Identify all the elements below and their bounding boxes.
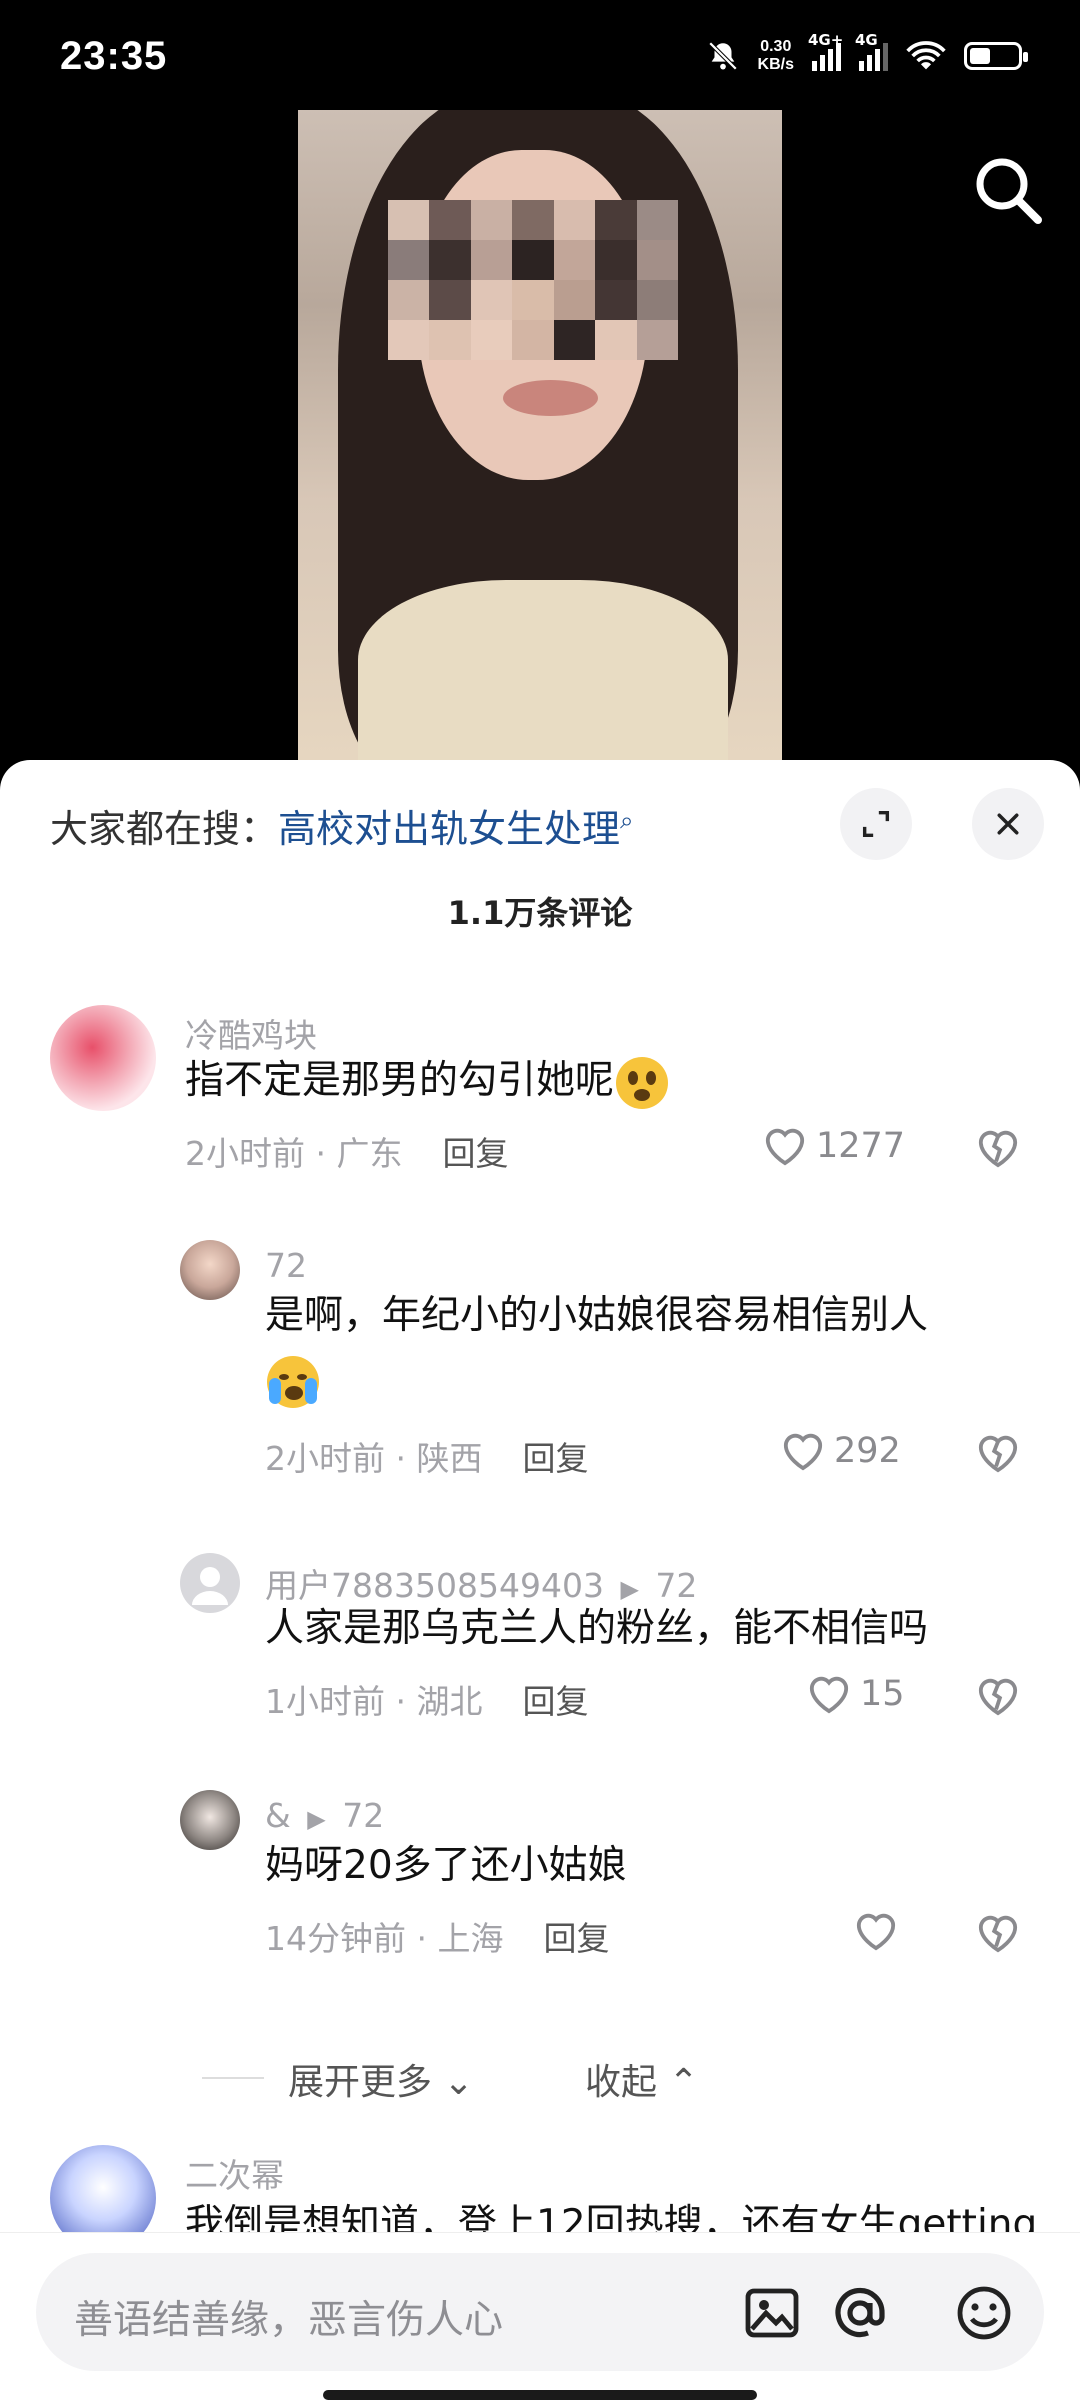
comment-user[interactable]: 72 (265, 1246, 307, 1285)
expand-more-button[interactable]: 展开更多 ⌄ (288, 2053, 474, 2105)
expand-fullscreen-button[interactable] (840, 788, 912, 860)
video-player[interactable] (0, 110, 1080, 760)
like-count: 15 (860, 1674, 905, 1714)
comment-text: 妈呀20多了还小姑娘 (265, 1843, 627, 1888)
comment-text-body: 是啊，年纪小的小姑娘很容易相信别人 (265, 1293, 929, 1338)
comment-input[interactable]: 善语结善缘，恶言伤人心 (36, 2253, 1044, 2371)
chevron-up-icon: ⌃ (668, 2062, 699, 2103)
comment-count: 1.1万条评论 (447, 894, 633, 932)
comment-meta: 2小时前 · 广东 回复 (185, 1127, 508, 1175)
like-button[interactable]: 1277 (762, 1125, 905, 1167)
like-count: 292 (834, 1431, 901, 1471)
heart-icon (783, 1433, 823, 1471)
default-user-icon (192, 1567, 228, 1605)
shirt (358, 580, 728, 760)
trending-query-link[interactable]: 高校对出轨女生处理 (278, 807, 620, 851)
comment-time-location: 1小时前 · 湖北 (265, 1682, 483, 1721)
reply-to-user[interactable]: 72 (342, 1796, 384, 1835)
sim2-label: 4G (855, 31, 878, 49)
broken-heart-icon[interactable] (975, 1432, 1021, 1474)
mute-bell-icon (708, 41, 737, 71)
like-button[interactable]: 292 (780, 1430, 901, 1472)
status-bar: 23:35 0.30 KB/s 4G+ 4G (0, 0, 1080, 110)
comment-text: 是啊，年纪小的小姑娘很容易相信别人 (265, 1284, 1035, 1412)
thread-controls: 展开更多 ⌄ 收起 ⌃ (0, 2045, 1080, 2105)
status-time: 23:35 (60, 34, 168, 78)
trending-search[interactable]: 大家都在搜：高校对出轨女生处理⌕ (50, 798, 633, 853)
comment-text: 人家是那乌克兰人的粉丝，能不相信吗 (265, 1606, 929, 1651)
comment-meta: 14分钟前 · 上海 回复 (265, 1912, 609, 1960)
avatar[interactable] (180, 1553, 240, 1613)
divider (202, 2077, 264, 2079)
expand-label: 展开更多 (288, 2062, 433, 2103)
comment-time-location: 14分钟前 · 上海 (265, 1919, 504, 1958)
broken-heart-icon[interactable] (975, 1912, 1021, 1954)
reply-arrow-icon: ▶ (307, 1805, 326, 1833)
heart-icon (809, 1676, 849, 1714)
avatar[interactable] (180, 1240, 240, 1300)
comment-user[interactable]: & (265, 1796, 291, 1835)
avatar[interactable] (50, 1005, 156, 1111)
collapse-label: 收起 (585, 2062, 658, 2103)
signal-sim2-icon: 4G (855, 31, 888, 71)
net-speed-unit: KB/s (757, 56, 794, 73)
lips (503, 380, 598, 416)
chevron-down-icon: ⌄ (443, 2062, 474, 2103)
comment-sheet: 大家都在搜：高校对出轨女生处理⌕ 1.1万条评论 冷酷鸡块 指不定是那男的勾引她… (0, 760, 1080, 2400)
broken-heart-icon[interactable] (975, 1127, 1021, 1169)
heart-icon (856, 1913, 896, 1951)
mention-icon[interactable] (828, 2281, 892, 2345)
signal-sim1-icon: 4G+ (808, 31, 843, 71)
search-small-icon: ⌕ (620, 806, 634, 835)
comment-time-location: 2小时前 · 广东 (185, 1134, 403, 1173)
close-icon (997, 813, 1019, 835)
image-icon[interactable] (740, 2281, 804, 2345)
battery-icon (964, 42, 1028, 70)
comment-input-placeholder: 善语结善缘，恶言伤人心 (74, 2298, 504, 2343)
like-button[interactable] (853, 1910, 907, 1952)
comment-meta: 1小时前 · 湖北 回复 (265, 1675, 588, 1723)
broken-heart-icon[interactable] (975, 1675, 1021, 1717)
pleading-emoji-icon (616, 1056, 669, 1109)
pixelated-eyes (388, 200, 678, 360)
close-button[interactable] (972, 788, 1044, 860)
net-speed-value: 0.30 (760, 38, 792, 55)
like-button[interactable]: 15 (806, 1673, 905, 1715)
home-indicator[interactable] (323, 2390, 757, 2400)
heart-icon (765, 1128, 805, 1166)
search-icon[interactable] (968, 150, 1048, 230)
reply-button[interactable]: 回复 (522, 1682, 588, 1721)
status-icons: 0.30 KB/s 4G+ 4G (706, 31, 1028, 78)
net-speed: 0.30 KB/s (758, 38, 794, 74)
avatar[interactable] (180, 1790, 240, 1850)
trending-prefix: 大家都在搜： (50, 807, 279, 851)
comment-text-body: 指不定是那男的勾引她呢 (185, 1058, 615, 1103)
comment-text: 指不定是那男的勾引她呢 (185, 1049, 669, 1113)
emoji-icon[interactable] (952, 2281, 1016, 2345)
comment-meta: 2小时前 · 陕西 回复 (265, 1432, 588, 1480)
collapse-button[interactable]: 收起 ⌃ (585, 2053, 699, 2105)
reply-button[interactable]: 回复 (543, 1919, 609, 1958)
comment-time-location: 2小时前 · 陕西 (265, 1439, 483, 1478)
comment-user[interactable]: 二次幂 (185, 2149, 284, 2197)
reply-button[interactable]: 回复 (522, 1439, 588, 1478)
crying-emoji-icon (267, 1355, 319, 1408)
sim1-label: 4G+ (808, 31, 844, 49)
video-frame (298, 110, 782, 760)
comment-composer: 善语结善缘，恶言伤人心 (0, 2232, 1080, 2400)
comment-user-line: & ▶ 72 (265, 1796, 384, 1835)
expand-icon (862, 810, 890, 838)
reply-button[interactable]: 回复 (442, 1134, 508, 1173)
like-count: 1277 (816, 1126, 906, 1166)
wifi-icon (906, 41, 946, 70)
